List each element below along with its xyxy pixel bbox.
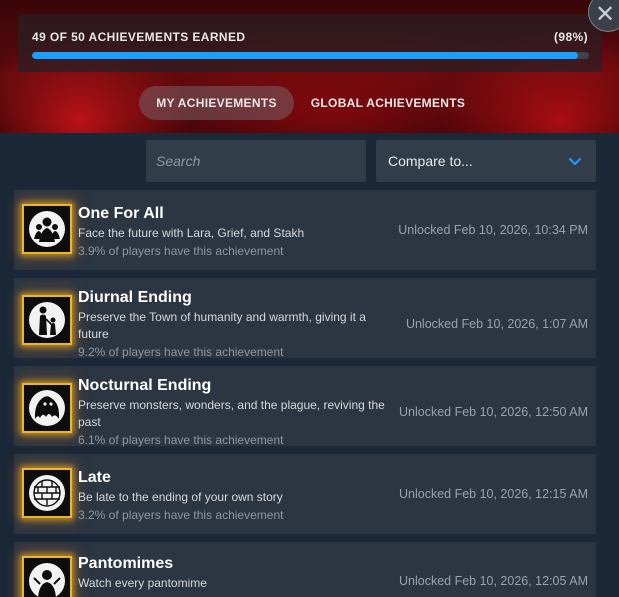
close-icon: ✕ bbox=[594, 1, 616, 28]
achievement-description: Watch every pantomime bbox=[78, 576, 207, 590]
achievement-title: Nocturnal Ending bbox=[78, 377, 212, 394]
achievement-row[interactable]: One For All Face the future with Lara, G… bbox=[14, 190, 596, 270]
achievement-badge bbox=[22, 383, 72, 433]
compare-dropdown-label: Compare to... bbox=[388, 153, 473, 169]
achievement-unlock-date: Unlocked Feb 10, 2026, 10:34 PM bbox=[398, 223, 588, 237]
parent-child-icon bbox=[24, 297, 70, 343]
progress-bar-fill bbox=[32, 52, 578, 59]
achievement-progress-panel: 49 OF 50 ACHIEVEMENTS EARNED (98%) bbox=[18, 14, 602, 72]
achievement-rarity: 9.2% of players have this achievement bbox=[78, 345, 284, 359]
achievement-row[interactable]: Pantomimes Watch every pantomime Unlocke… bbox=[14, 542, 596, 597]
achievement-title: Pantomimes bbox=[78, 555, 174, 572]
progress-bar bbox=[32, 52, 589, 59]
monster-icon bbox=[24, 385, 70, 431]
achievement-unlock-date: Unlocked Feb 10, 2026, 12:50 AM bbox=[398, 405, 588, 419]
achievement-row[interactable]: Nocturnal Ending Preserve monsters, wond… bbox=[14, 366, 596, 447]
achievement-rarity: 6.1% of players have this achievement bbox=[78, 433, 284, 447]
achievement-unlock-date: Unlocked Feb 10, 2026, 12:15 AM bbox=[398, 487, 588, 501]
progress-label: 49 OF 50 ACHIEVEMENTS EARNED bbox=[32, 30, 246, 44]
achievement-badge bbox=[22, 556, 72, 597]
achievement-title: Diurnal Ending bbox=[78, 289, 192, 306]
achievement-rarity: 3.9% of players have this achievement bbox=[78, 244, 284, 258]
achievement-title: Late bbox=[78, 469, 111, 486]
achievement-badge bbox=[22, 468, 72, 518]
mime-icon bbox=[24, 558, 70, 597]
achievement-tabs: MY ACHIEVEMENTS GLOBAL ACHIEVEMENTS bbox=[0, 86, 619, 120]
achievement-unlock-date: Unlocked Feb 10, 2026, 12:05 AM bbox=[398, 574, 588, 588]
tab-my-achievements[interactable]: MY ACHIEVEMENTS bbox=[139, 86, 294, 120]
brick-wall-icon bbox=[24, 470, 70, 516]
search-input[interactable] bbox=[146, 140, 366, 182]
tab-global-achievements[interactable]: GLOBAL ACHIEVEMENTS bbox=[302, 86, 474, 120]
achievement-description: Face the future with Lara, Grief, and St… bbox=[78, 226, 305, 240]
achievement-badge bbox=[22, 204, 72, 254]
achievement-rarity: 3.2% of players have this achievement bbox=[78, 508, 284, 522]
achievement-description: Preserve the Town of humanity and warmth… bbox=[78, 310, 366, 341]
progress-percent: (98%) bbox=[553, 30, 588, 44]
achievement-unlock-date: Unlocked Feb 10, 2026, 1:07 AM bbox=[405, 317, 588, 331]
achievement-row[interactable]: Late Be late to the ending of your own s… bbox=[14, 454, 596, 534]
chevron-down-icon bbox=[569, 158, 581, 165]
achievement-title: One For All bbox=[78, 205, 164, 222]
achievement-description: Be late to the ending of your own story bbox=[78, 490, 283, 504]
achievement-description: Preserve monsters, wonders, and the plag… bbox=[78, 398, 385, 429]
achievement-badge bbox=[22, 295, 72, 345]
header-banner: 49 OF 50 ACHIEVEMENTS EARNED (98%) MY AC… bbox=[0, 0, 619, 133]
achievement-row[interactable]: Diurnal Ending Preserve the Town of huma… bbox=[14, 278, 596, 359]
compare-dropdown[interactable]: Compare to... bbox=[376, 140, 596, 182]
three-figures-icon bbox=[24, 206, 70, 252]
